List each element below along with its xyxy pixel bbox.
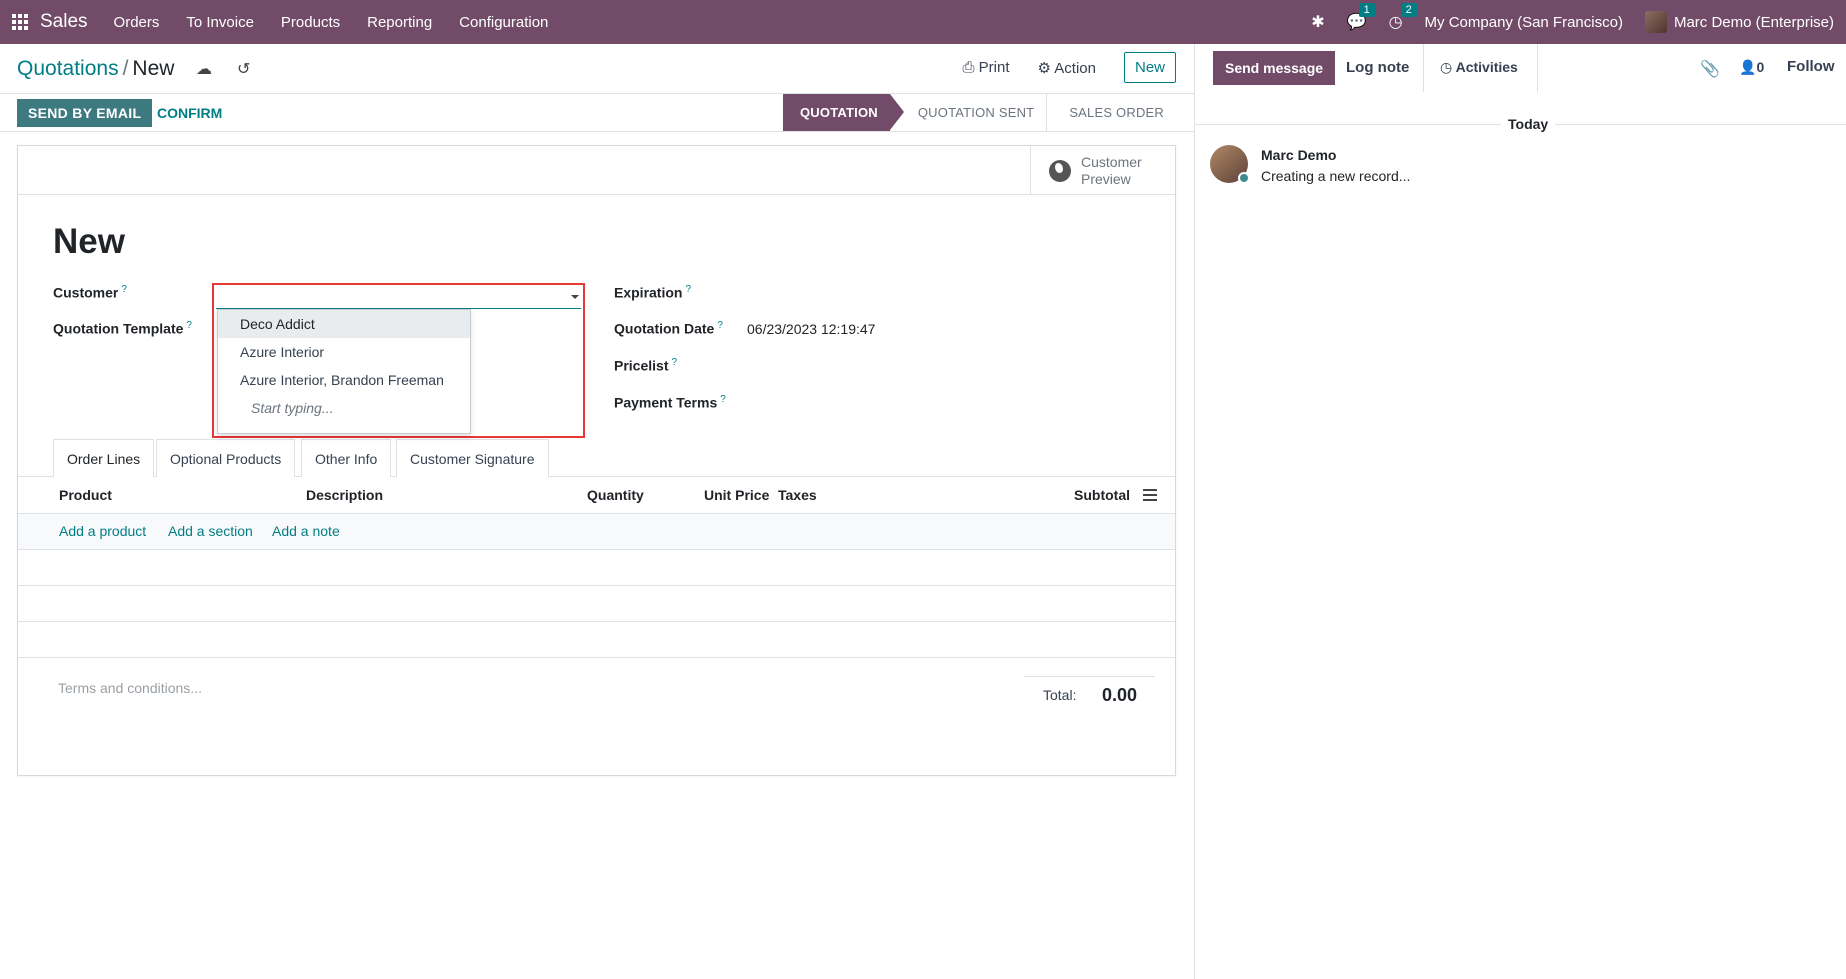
breadcrumb-current: New (132, 57, 175, 80)
help-icon: ? (186, 320, 192, 331)
debug-bug-icon[interactable]: ✱ (1311, 12, 1324, 32)
log-note-button[interactable]: Log note (1346, 59, 1409, 76)
paperclip-icon[interactable]: 📎 (1700, 59, 1720, 79)
terms-input[interactable]: Terms and conditions... (58, 680, 202, 696)
date-separator: Today (1501, 116, 1556, 132)
button-box: Customer Preview (18, 146, 1175, 195)
send-by-email-button[interactable]: SEND BY EMAIL (17, 99, 153, 127)
customer-autocomplete-dropdown: Deco Addict Azure Interior Azure Interio… (217, 309, 471, 434)
col-subtotal[interactable]: Subtotal (1074, 487, 1130, 503)
help-icon: ? (671, 357, 678, 368)
status-stages: QUOTATION QUOTATION SENT SALES ORDER (783, 94, 1176, 131)
discard-undo-icon[interactable]: ↺ (237, 59, 250, 79)
order-lines-header: Product Description Quantity Unit Price … (18, 477, 1175, 514)
action-button[interactable]: ⚙ Action (1037, 59, 1096, 77)
table-row (18, 550, 1175, 586)
optional-columns-icon[interactable] (1143, 489, 1157, 501)
payment-terms-label: Payment Terms? (614, 394, 726, 411)
messages-badge: 1 (1358, 3, 1375, 17)
clock-icon: ◷ (1440, 59, 1456, 75)
company-switcher[interactable]: My Company (San Francisco) (1425, 14, 1623, 31)
dropdown-option[interactable]: Azure Interior, Brandon Freeman (218, 366, 470, 394)
preview-label-line2: Preview (1081, 170, 1131, 187)
help-icon: ? (717, 320, 723, 331)
follow-button[interactable]: Follow (1787, 58, 1835, 75)
preview-label-line1: Customer (1081, 153, 1142, 170)
messages-icon[interactable]: 💬 1 (1347, 3, 1375, 32)
breadcrumb-quotations[interactable]: Quotations (17, 57, 119, 80)
customer-preview-button[interactable]: Customer Preview (1030, 146, 1175, 195)
menu-products[interactable]: Products (281, 14, 340, 31)
menu-to-invoice[interactable]: To Invoice (186, 14, 254, 31)
followers-button[interactable]: 👤0 (1739, 59, 1764, 76)
col-description[interactable]: Description (306, 487, 383, 503)
help-icon: ? (720, 394, 726, 405)
stage-quotation[interactable]: QUOTATION (783, 94, 904, 131)
top-navbar: Sales Orders To Invoice Products Reporti… (0, 0, 1846, 44)
print-button[interactable]: ⎙ Print (962, 59, 1009, 76)
activities-clock-icon[interactable]: ◷ 2 (1389, 3, 1417, 32)
total-label: Total: (1043, 687, 1077, 703)
col-taxes[interactable]: Taxes (778, 487, 817, 503)
stage-quotation-sent[interactable]: QUOTATION SENT (890, 94, 1046, 131)
confirm-button[interactable]: CONFIRM (157, 105, 222, 121)
menu-orders[interactable]: Orders (114, 14, 160, 31)
gear-icon: ⚙ (1037, 59, 1055, 77)
breadcrumb: Quotations / New (17, 57, 175, 80)
add-product-link[interactable]: Add a product (59, 523, 146, 539)
help-icon: ? (121, 284, 127, 295)
quotation-date-field[interactable]: 06/23/2023 12:19:47 (747, 321, 875, 337)
col-quantity[interactable]: Quantity (587, 487, 644, 503)
col-unit-price[interactable]: Unit Price (704, 487, 769, 503)
tab-customer-signature[interactable]: Customer Signature (396, 439, 549, 477)
form-statusbar: SEND BY EMAIL CONFIRM QUOTATION QUOTATIO… (0, 94, 1194, 132)
tab-other-info[interactable]: Other Info (301, 439, 392, 477)
user-avatar[interactable] (1644, 11, 1667, 33)
menu-reporting[interactable]: Reporting (367, 14, 432, 31)
control-panel: Quotations / New ☁ ↺ ⎙ Print ⚙ Action New (0, 44, 1194, 94)
table-row (18, 586, 1175, 622)
record-title: New (53, 222, 125, 261)
col-product[interactable]: Product (59, 487, 112, 503)
pricelist-label: Pricelist? (614, 357, 678, 374)
dropdown-start-typing-hint: Start typing... (251, 400, 334, 416)
quotation-date-label: Quotation Date? (614, 320, 723, 337)
new-button[interactable]: New (1123, 52, 1176, 83)
activities-button[interactable]: ◷ Activities (1423, 44, 1538, 92)
form-sheet: Customer Preview New Customer? Quotation… (17, 145, 1176, 776)
stage-sales-order[interactable]: SALES ORDER (1046, 94, 1176, 131)
notebook-tabs: Order Lines Optional Products Other Info… (18, 439, 1175, 478)
chatter-panel: Send message Log note ◷ Activities 📎 👤0 … (1194, 44, 1846, 979)
message-author[interactable]: Marc Demo (1261, 147, 1336, 163)
total-amount: 0.00 (1102, 685, 1138, 705)
add-note-link[interactable]: Add a note (272, 523, 340, 539)
tab-order-lines[interactable]: Order Lines (53, 439, 155, 478)
expiration-label: Expiration? (614, 284, 692, 301)
user-icon: 👤 (1739, 59, 1757, 75)
tab-optional-products[interactable]: Optional Products (156, 439, 296, 477)
help-icon: ? (685, 284, 692, 295)
print-icon: ⎙ (962, 59, 979, 76)
save-cloud-icon[interactable]: ☁ (196, 59, 212, 79)
table-row (18, 622, 1175, 658)
table-row-add: Add a product Add a section Add a note (18, 514, 1175, 550)
message-body: Creating a new record... (1261, 168, 1411, 184)
quotation-template-label: Quotation Template? (53, 320, 192, 337)
online-status-icon (1238, 172, 1250, 184)
app-brand[interactable]: Sales (40, 11, 88, 33)
apps-menu-icon[interactable] (0, 0, 40, 44)
activities-badge: 2 (1400, 3, 1417, 17)
send-message-button[interactable]: Send message (1213, 51, 1336, 85)
total-divider (1024, 676, 1155, 677)
globe-icon (1049, 159, 1071, 182)
user-menu[interactable]: Marc Demo (Enterprise) (1674, 14, 1834, 31)
customer-label: Customer? (53, 284, 127, 301)
menu-configuration[interactable]: Configuration (459, 14, 548, 31)
dropdown-option[interactable]: Azure Interior (218, 338, 470, 366)
add-section-link[interactable]: Add a section (168, 523, 253, 539)
dropdown-option[interactable]: Deco Addict (218, 310, 470, 338)
